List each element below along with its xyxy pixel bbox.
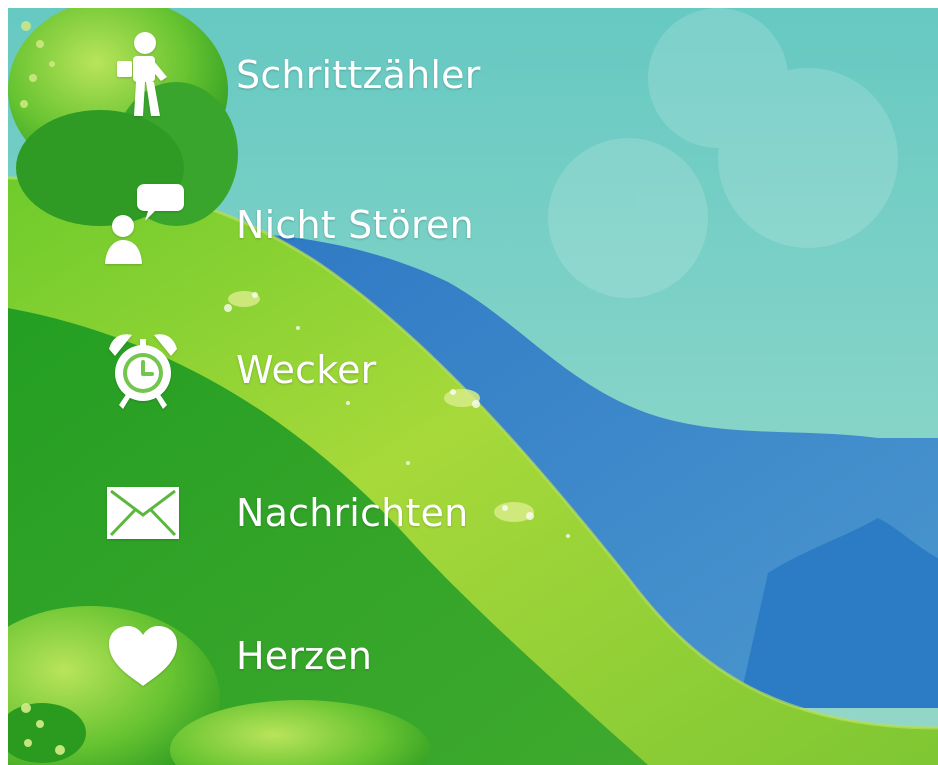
menu-item-label: Nicht Stören — [236, 203, 474, 247]
person-speech-bubble-icon — [98, 180, 188, 270]
menu-item-messages[interactable]: Nachrichten — [98, 458, 558, 568]
app-screen: Schrittzähler Nicht Stören Wecker Nachri… — [8, 8, 938, 765]
menu: Schrittzähler Nicht Stören Wecker Nachri… — [8, 8, 938, 765]
heart-icon — [98, 611, 188, 701]
menu-item-do-not-disturb[interactable]: Nicht Stören — [98, 170, 558, 280]
menu-item-alarm[interactable]: Wecker — [98, 315, 558, 425]
pedometer-icon — [98, 30, 188, 120]
menu-item-label: Schrittzähler — [236, 53, 481, 97]
envelope-icon — [98, 468, 188, 558]
menu-item-label: Nachrichten — [236, 491, 469, 535]
menu-item-label: Herzen — [236, 634, 373, 678]
menu-item-hearts[interactable]: Herzen — [98, 601, 558, 711]
menu-item-label: Wecker — [236, 348, 377, 392]
alarm-clock-icon — [98, 325, 188, 415]
menu-item-pedometer[interactable]: Schrittzähler — [98, 20, 558, 130]
